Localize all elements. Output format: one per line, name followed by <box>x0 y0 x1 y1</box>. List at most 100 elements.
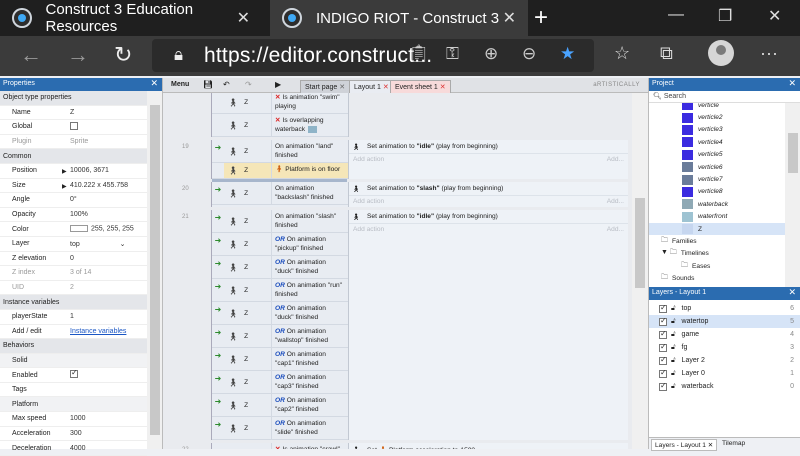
browser-tab-indigo-riot[interactable]: INDIGO RIOT - Construct 3 ✕ <box>270 0 528 36</box>
value-text[interactable]: Instance variables <box>70 328 126 335</box>
condition-row[interactable]: 🚶︎ Z ✕ Is overlapping waterback <box>212 114 348 137</box>
project-folder[interactable]: 🗀 Sounds <box>649 272 800 284</box>
project-item[interactable]: waterback <box>649 198 800 210</box>
properties-scrollbar[interactable] <box>147 91 162 449</box>
layer-item[interactable]: 🔓︎ game 4 <box>649 328 800 341</box>
add-action-row[interactable]: Add action Add... <box>349 154 628 165</box>
refresh-icon[interactable]: ↻ <box>114 42 132 68</box>
zoom-out-icon[interactable]: ⊖ <box>522 44 536 64</box>
project-item[interactable]: verticle6 <box>649 161 800 173</box>
action-row[interactable]: 🚶︎ Set animation to "idle" (play from beg… <box>349 140 628 154</box>
project-item[interactable]: verticle3 <box>649 124 800 136</box>
project-item[interactable]: verticle4 <box>649 136 800 148</box>
close-icon[interactable]: ✕ <box>150 78 158 89</box>
action-row[interactable]: 🚶︎ Set animation to "idle" (play from beg… <box>349 210 628 224</box>
url-field[interactable]: 🔒︎ https://editor.construct... 📋︎ ⚿ ⊕ ⊖ … <box>152 39 594 72</box>
event-block[interactable]: 22🚶︎Z✕Is animation "crawl" playing🚶︎Set … <box>182 443 628 450</box>
property-section[interactable]: Behaviors <box>0 339 147 354</box>
condition-row[interactable]: ➜ 🚶︎ Z OR On animation "duck" finished <box>212 302 348 325</box>
condition-row[interactable]: ➜ 🚶︎ Z OR On animation "wallstop" finished <box>212 325 348 348</box>
visible-checkbox[interactable] <box>659 303 667 313</box>
lock-icon[interactable]: 🔓︎ <box>671 344 676 352</box>
tab-start-page[interactable]: Start page ✕ <box>300 80 351 93</box>
layer-item[interactable]: 🔓︎ watertop 5 <box>649 315 800 328</box>
browser-tab-education[interactable]: Construct 3 Education Resources ✕ <box>0 0 262 36</box>
restore-icon[interactable]: ❐ <box>718 6 732 26</box>
condition-row[interactable]: ➜ 🚶︎ Z OR On animation "slide" finished <box>212 417 348 440</box>
property-value[interactable]: 300 <box>70 430 147 437</box>
condition-row[interactable]: ➜ 🚶︎ Z OR On animation "cap3" finished <box>212 371 348 394</box>
add-action-link[interactable]: Add action <box>353 156 384 163</box>
condition-row[interactable]: ➜ 🚶︎ Z OR On animation "run" finished <box>212 279 348 302</box>
close-icon[interactable]: ✕ <box>788 78 796 89</box>
scrollbar-thumb[interactable] <box>150 105 160 435</box>
project-item[interactable]: waterfront <box>649 211 800 223</box>
close-icon[interactable]: ✕ <box>383 84 389 91</box>
favorite-star-icon[interactable]: ★ <box>560 44 575 64</box>
tab-event-sheet-1[interactable]: Event sheet 1 ✕ <box>390 80 451 93</box>
property-value[interactable]: 1 <box>70 313 147 320</box>
project-item[interactable]: verticle7 <box>649 173 800 185</box>
action-row[interactable]: 🚶︎Set 🧍︎ Platform acceleration to 1500 <box>349 443 628 450</box>
condition-row[interactable]: ➜ 🚶︎ Z OR On animation "pickup" finished <box>212 233 348 256</box>
play-icon[interactable]: ▶ <box>275 80 281 89</box>
add-more-link[interactable]: Add... <box>607 198 624 205</box>
layer-item[interactable]: 🔓︎ Layer 2 2 <box>649 354 800 367</box>
undo-icon[interactable]: ↶ <box>223 80 230 89</box>
back-icon[interactable]: ← <box>20 42 42 68</box>
layer-item[interactable]: 🔓︎ top 6 <box>649 302 800 315</box>
property-value[interactable]: 255, 255, 255 <box>70 225 147 233</box>
property-value[interactable]: 4000 <box>70 445 147 452</box>
condition-row[interactable]: ➜ 🚶︎ Z OR On animation "cap2" finished <box>212 394 348 417</box>
collections-icon[interactable]: ⧉ <box>660 43 673 64</box>
lock-icon[interactable]: 🔓︎ <box>671 305 676 313</box>
project-folder[interactable]: 🗀 Families <box>649 235 800 247</box>
checkbox[interactable] <box>70 368 78 379</box>
tab-layout-1[interactable]: Layout 1 ✕ <box>349 80 394 93</box>
property-value[interactable] <box>70 121 147 132</box>
close-icon[interactable]: ✕ <box>788 287 796 298</box>
redo-icon[interactable]: ↷ <box>245 80 252 89</box>
close-window-icon[interactable]: ✕ <box>768 6 781 26</box>
close-icon[interactable]: ✕ <box>237 8 250 28</box>
event-block[interactable]: 🚶︎ Z ✕ Is animation "swim" playing 🚶︎ Z ✕ Is ov… <box>211 93 628 137</box>
search-input[interactable]: 🔍︎ Search <box>649 91 800 103</box>
clipboard-icon[interactable]: 📋︎ <box>408 44 430 64</box>
condition-row[interactable]: ➜ 🚶︎ Z OR On animation "duck" finished <box>212 256 348 279</box>
property-section[interactable]: Solid <box>0 353 147 369</box>
menu-button[interactable]: Menu <box>171 81 189 88</box>
property-section[interactable]: Common <box>0 149 147 164</box>
condition-row[interactable]: 🚶︎Z✕Is animation "crawl" playing <box>212 443 348 449</box>
property-section[interactable]: Platform <box>0 397 147 413</box>
project-scrollbar[interactable] <box>785 103 800 287</box>
save-icon[interactable]: 💾︎ <box>203 80 213 89</box>
zoom-in-icon[interactable]: ⊕ <box>484 44 498 64</box>
folder-icon[interactable]: 🗀 <box>661 236 668 247</box>
minimize-icon[interactable]: — <box>668 6 684 24</box>
checkbox[interactable] <box>70 121 78 130</box>
expand-icon[interactable]: ▶ <box>62 183 67 190</box>
project-folder[interactable]: ▼ 🗀 Timelines <box>649 248 800 260</box>
project-item[interactable]: verticle2 <box>649 111 800 123</box>
expand-icon[interactable]: ▼ 🗀 <box>661 248 677 259</box>
layer-item[interactable]: 🔓︎ waterback 0 <box>649 380 800 393</box>
chevron-down-icon[interactable]: ⌄ <box>118 241 126 248</box>
lock-icon[interactable]: 🔓︎ <box>671 318 676 326</box>
visible-checkbox[interactable] <box>659 381 667 391</box>
folder-icon[interactable]: 🗀 <box>661 273 668 284</box>
visible-checkbox[interactable] <box>659 342 667 352</box>
property-value[interactable]: 0 <box>70 255 147 262</box>
property-value[interactable]: 10006, 3671 <box>70 167 147 174</box>
condition-row[interactable]: ➜ 🚶︎ Z On animation "backslash" finished <box>212 182 348 205</box>
add-action-row[interactable]: Add action Add... <box>349 224 628 235</box>
lock-icon[interactable]: 🔓︎ <box>671 331 676 339</box>
visible-checkbox[interactable] <box>659 355 667 365</box>
property-value[interactable]: 1000 <box>70 415 147 422</box>
property-section[interactable]: Instance variables <box>0 295 147 310</box>
close-icon[interactable]: ✕ <box>708 442 714 449</box>
property-value[interactable]: 410.222 x 455.758 <box>70 182 147 189</box>
condition-row[interactable]: ➜ 🚶︎ Z On animation "slash" finished <box>212 210 348 233</box>
property-value[interactable]: 0° <box>70 196 147 203</box>
property-value[interactable]: top ⌄ <box>70 240 147 248</box>
event-block[interactable]: 21 ➜ 🚶︎ Z On animation "slash" finished ➜ 🚶︎ Z O… <box>182 210 628 440</box>
